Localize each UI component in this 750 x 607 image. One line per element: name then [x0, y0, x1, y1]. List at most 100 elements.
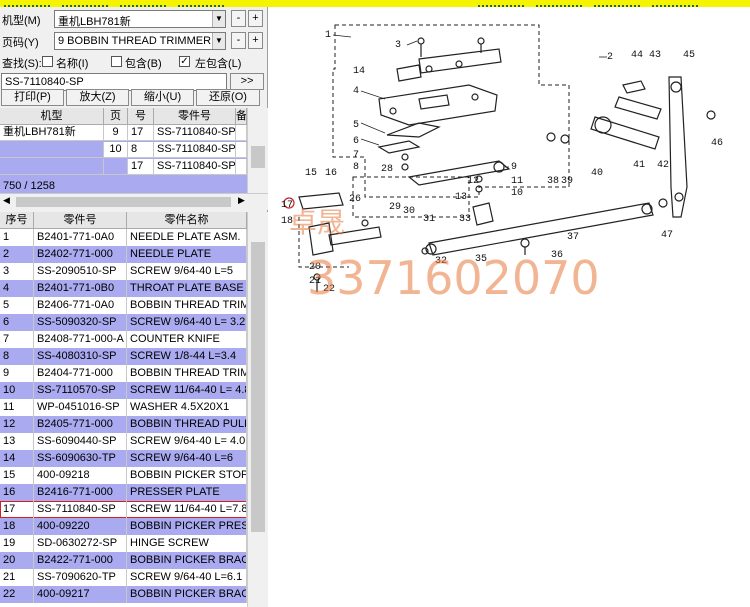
table-row[interactable]: 5 B2406-771-0A0 BOBBIN THREAD TRIM — [0, 297, 247, 314]
table-row[interactable]: 1 B2401-771-0A0 NEEDLE PLATE ASM. — [0, 229, 247, 246]
top-menu-item[interactable] — [594, 0, 640, 7]
table-row[interactable]: 4 B2401-771-0B0 THROAT PLATE BASE A — [0, 280, 247, 297]
table-row[interactable]: 7 B2408-771-000-A COUNTER KNIFE — [0, 331, 247, 348]
table-row[interactable]: 12 B2405-771-000 BOBBIN THREAD PULL — [0, 416, 247, 433]
part-number: B2401-771-0B0 — [34, 280, 127, 297]
table-row[interactable]: 16 B2416-771-000 PRESSER PLATE — [0, 484, 247, 501]
part-name: NEEDLE PLATE ASM. — [127, 229, 247, 246]
model-next-button[interactable]: + — [248, 10, 263, 27]
table-row[interactable]: 6 SS-5090320-SP SCREW 9/64-40 L= 3.2 — [0, 314, 247, 331]
screw-part — [401, 163, 409, 171]
table-row[interactable]: 13 SS-6090440-SP SCREW 9/64-40 L= 4.0 — [0, 433, 247, 450]
zoom-out-button[interactable]: 缩小(U) — [131, 89, 194, 106]
page-select-value: 9 BOBBIN THREAD TRIMMER ( — [58, 35, 218, 47]
column-header[interactable]: 零件名称 — [127, 212, 247, 229]
table-row[interactable]: 22 400-09217 BOBBIN PICKER BRAC — [0, 586, 247, 603]
restore-button[interactable]: 还原(O) — [196, 89, 260, 106]
chevron-down-icon[interactable]: ▼ — [212, 33, 225, 49]
needle-plate-part — [396, 64, 422, 82]
model-prev-button[interactable]: - — [231, 10, 246, 27]
model-select[interactable]: 重机LBH781新 ▼ — [54, 10, 226, 28]
row-index: 22 — [0, 586, 34, 603]
column-header[interactable]: 备 — [236, 108, 247, 125]
contains-b-checkbox[interactable] — [111, 56, 122, 67]
table-row[interactable]: 18 400-09220 BOBBIN PICKER PRES — [0, 518, 247, 535]
top-menu-item[interactable] — [62, 0, 108, 7]
column-header[interactable]: 序号 — [0, 212, 34, 229]
name-checkbox[interactable] — [42, 56, 53, 67]
table-row[interactable]: 3 SS-2090510-SP SCREW 9/64-40 L=5 — [0, 263, 247, 280]
table-row[interactable]: 8 SS-4080310-SP SCREW 1/8-44 L=3.4 — [0, 348, 247, 365]
table-row[interactable]: 21 SS-7090620-TP SCREW 9/64-40 L=6.1 — [0, 569, 247, 586]
table-row[interactable]: 10 8 SS-7110840-SP — [0, 142, 247, 158]
part-name: BOBBIN THREAD TRIM — [127, 297, 247, 314]
left-contains-checkbox[interactable]: ✓ — [179, 56, 190, 67]
callout-label: 44 — [631, 50, 643, 61]
callout-label: 38 — [547, 176, 559, 187]
part-number: B2408-771-000-A — [34, 331, 127, 348]
part-name: WASHER 4.5X20X1 — [127, 399, 247, 416]
table-row[interactable]: 15 400-09218 BOBBIN PICKER STOP — [0, 467, 247, 484]
part-number: 400-09217 — [34, 586, 127, 603]
table-row[interactable]: 重机LBH781新 9 17 SS-7110840-SP — [0, 125, 247, 141]
top-menu-item[interactable] — [178, 0, 224, 7]
top-menu-item[interactable] — [652, 0, 698, 7]
scroll-thumb[interactable] — [16, 197, 231, 207]
table-row[interactable]: 19 SD-0630272-SP HINGE SCREW — [0, 535, 247, 552]
table-row[interactable]: 9 B2404-771-000 BOBBIN THREAD TRIM — [0, 365, 247, 382]
callout-label: 15 — [305, 168, 317, 179]
scroll-right-icon[interactable]: ▶ — [238, 195, 245, 206]
zoom-in-button[interactable]: 放大(Z) — [66, 89, 129, 106]
left-panel: 机型(M) 重机LBH781新 ▼ - + 页码(Y) 9 BOBBIN THR… — [0, 7, 268, 607]
parts-diagram[interactable]: 1 2 3 4 5 6 7 8 9 10 11 12 13 14 15 16 17 18 20 21 22 26 28 29 3… — [269, 7, 750, 607]
row-index: 4 — [0, 280, 34, 297]
scroll-thumb[interactable] — [251, 146, 265, 168]
table-row[interactable]: 14 SS-6090630-TP SCREW 9/64-40 L=6 — [0, 450, 247, 467]
column-header[interactable]: 号 — [128, 108, 154, 125]
column-header[interactable]: 机型 — [0, 108, 104, 125]
nut-part — [546, 132, 556, 142]
grid-cell — [236, 159, 247, 175]
trimmer-knife — [386, 122, 441, 138]
page-select[interactable]: 9 BOBBIN THREAD TRIMMER ( ▼ — [54, 32, 226, 50]
page-prev-button[interactable]: - — [231, 32, 246, 49]
part-number: 400-09220 — [34, 518, 127, 535]
table-row[interactable]: 17 SS-7110840-SP SCREW 11/64-40 L=7.8 — [0, 501, 247, 518]
column-header[interactable]: 零件号 — [34, 212, 127, 229]
scroll-thumb[interactable] — [251, 242, 265, 532]
part-name: BOBBIN PICKER BRAC — [127, 552, 247, 569]
table-vertical-scrollbar[interactable] — [247, 212, 268, 607]
table-row[interactable]: 11 WP-0451016-SP WASHER 4.5X20X1 — [0, 399, 247, 416]
grid-cell: 8 — [128, 142, 154, 158]
table-row[interactable]: 2 B2402-771-000 NEEDLE PLATE — [0, 246, 247, 263]
vertical-lever — [668, 76, 688, 218]
table-row[interactable]: 20 B2422-771-000 BOBBIN PICKER BRAC — [0, 552, 247, 569]
chevron-down-icon[interactable]: ▼ — [212, 11, 225, 27]
top-menu-strip — [0, 0, 750, 7]
callout-label: 8 — [353, 162, 359, 173]
search-go-button[interactable]: >> — [230, 73, 264, 90]
grid-cell — [0, 142, 104, 158]
column-header[interactable]: 零件号 — [154, 108, 236, 125]
scroll-left-icon[interactable]: ◀ — [3, 195, 10, 206]
top-menu-item[interactable] — [4, 0, 50, 7]
page-next-button[interactable]: + — [248, 32, 263, 49]
grid-cell: 9 — [104, 125, 128, 141]
grid-vertical-scrollbar[interactable] — [247, 108, 268, 200]
part-name: BOBBIN PICKER PRES — [127, 518, 247, 535]
search-options-row: 查找(S): 名称(I) 包含(B) ✓ 左包含(L) — [0, 51, 268, 73]
top-menu-item[interactable] — [120, 0, 166, 7]
shaft-part — [614, 96, 662, 120]
row-index: 3 — [0, 263, 34, 280]
column-header[interactable]: 页 — [104, 108, 128, 125]
top-menu-item[interactable] — [536, 0, 582, 7]
print-button[interactable]: 打印(P) — [1, 89, 64, 106]
callout-label: 43 — [649, 50, 661, 61]
grid-horizontal-scrollbar[interactable]: ◀ ▶ — [0, 193, 268, 210]
screw-part — [417, 37, 425, 45]
table-row[interactable]: 17 SS-7110840-SP — [0, 159, 247, 175]
table-row[interactable]: 10 SS-7110570-SP SCREW 11/64-40 L= 4.8 — [0, 382, 247, 399]
callout-label: 40 — [591, 168, 603, 179]
top-menu-item[interactable] — [478, 0, 524, 7]
page-label: 页码(Y) — [2, 37, 39, 49]
